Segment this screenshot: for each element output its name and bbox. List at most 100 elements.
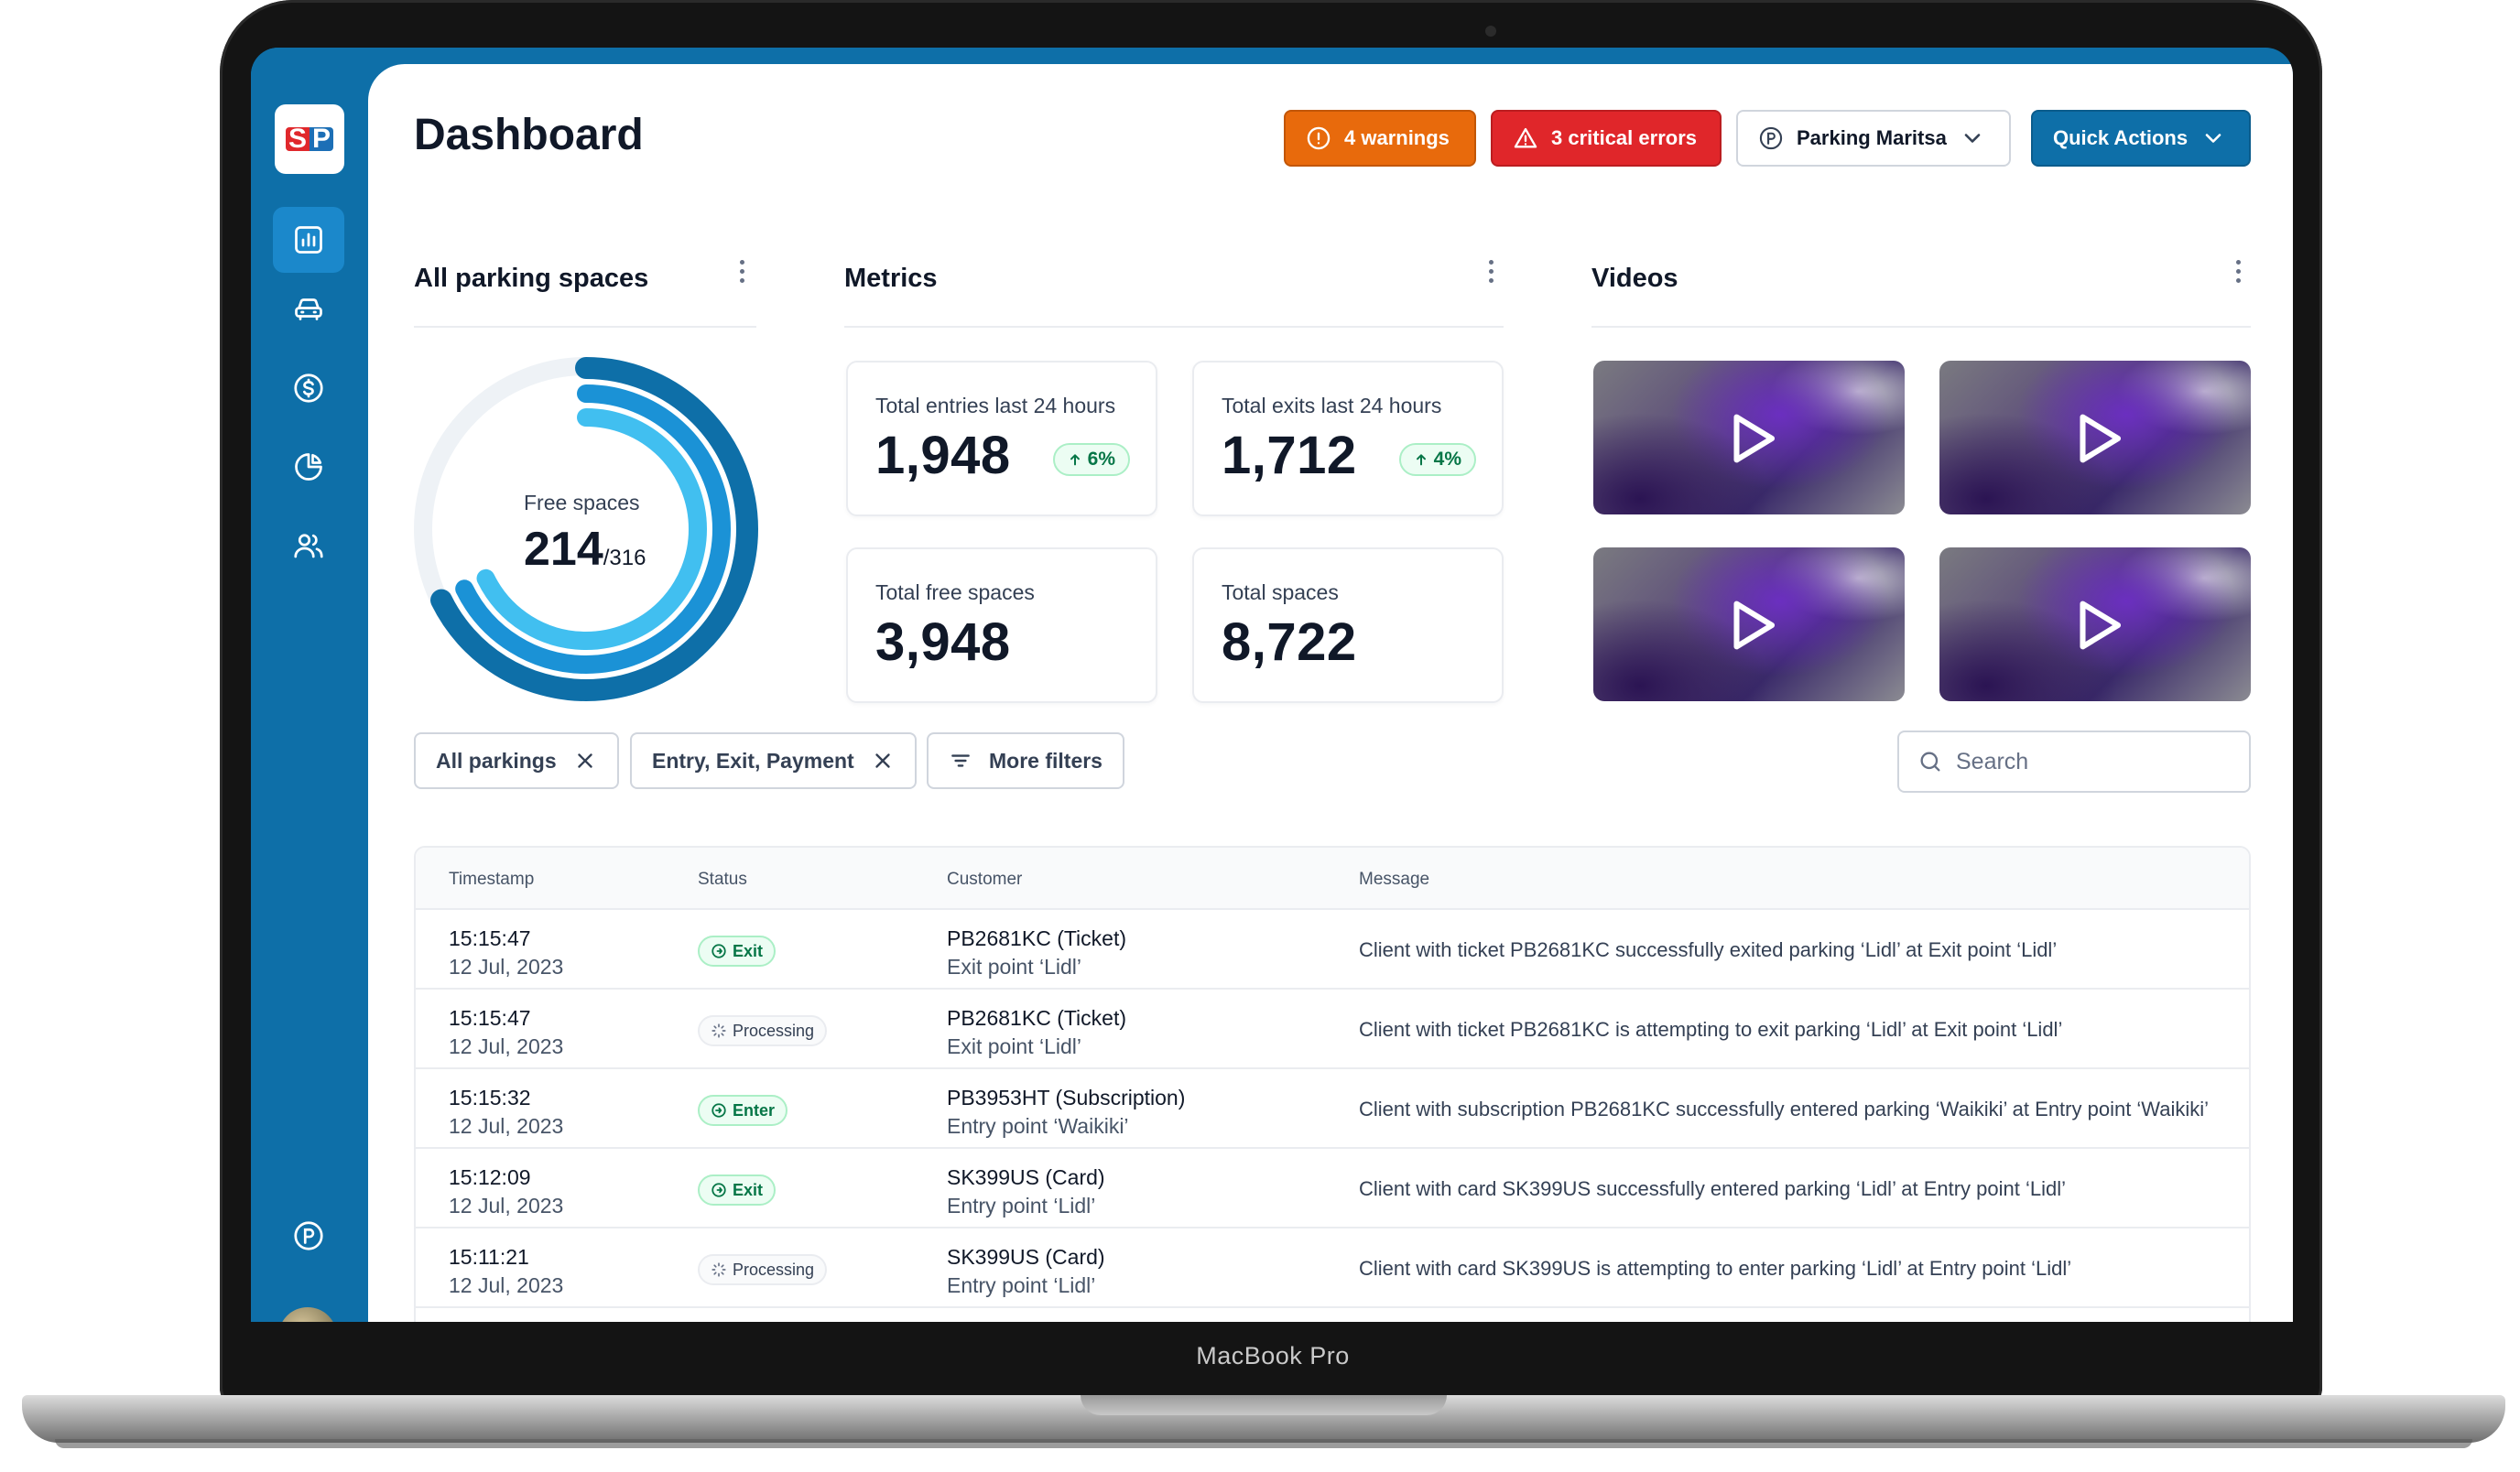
- metric-label: Total free spaces: [875, 580, 1035, 604]
- search-input[interactable]: [1956, 748, 2231, 775]
- pie-chart-icon: [295, 453, 322, 481]
- nav-parking[interactable]: [273, 1203, 344, 1269]
- device-label: MacBook Pro: [1196, 1342, 1350, 1369]
- search-box[interactable]: [1897, 731, 2251, 793]
- filter-chip-event-types[interactable]: Entry, Exit, Payment: [630, 732, 917, 789]
- filter-chip-parkings[interactable]: All parkings: [414, 732, 619, 789]
- play-icon: [2080, 601, 2122, 650]
- metric-card-total-spaces: Total spaces 8,722: [1192, 547, 1504, 703]
- metric-card-exits: Total exits last 24 hours 1,712 4%: [1192, 361, 1504, 516]
- column-header-customer[interactable]: Customer: [947, 870, 1022, 890]
- bar-chart-icon: [295, 226, 322, 254]
- video-thumbnail[interactable]: [1939, 361, 2251, 514]
- metric-card-free-spaces: Total free spaces 3,948: [846, 547, 1157, 703]
- videos-section-title: Videos: [1591, 264, 1678, 293]
- customer-cell: PB2681KC (Ticket) Exit point ‘Lidl’: [947, 925, 1126, 981]
- status-badge: Processing: [698, 1015, 828, 1046]
- timestamp-cell: 15:15:32 12 Jul, 2023: [449, 1084, 563, 1141]
- time-text: 15:12:09: [449, 1165, 531, 1189]
- customer-text: PB2681KC (Ticket): [947, 926, 1126, 950]
- close-icon[interactable]: [871, 749, 895, 773]
- customer-cell: PB3953HT (Subscription) Entry point ‘Waik…: [947, 1084, 1185, 1141]
- status-badge: Processing: [698, 1254, 828, 1285]
- loader-icon: [711, 1023, 726, 1038]
- logo[interactable]: S P: [275, 104, 344, 174]
- table-row[interactable]: 15:15:47 12 Jul, 2023 Exit PB2681KC (Ticket…: [416, 910, 2249, 990]
- customer-cell: PB2681KC (Ticket) Exit point ‘Lidl’: [947, 1004, 1126, 1061]
- date-text: 12 Jul, 2023: [449, 1194, 564, 1218]
- metrics-more-icon[interactable]: [1480, 253, 1502, 289]
- table-row[interactable]: 15:11:21 12 Jul, 2023 Processing SK399US (C…: [416, 1228, 2249, 1308]
- parking-icon: [1759, 126, 1783, 150]
- status-text: Enter: [733, 1100, 776, 1120]
- video-thumbnail[interactable]: [1939, 547, 2251, 701]
- users-icon: [294, 534, 323, 558]
- warnings-button[interactable]: 4 warnings: [1284, 110, 1476, 167]
- nav-dashboard[interactable]: [273, 207, 344, 273]
- video-thumbnail[interactable]: [1593, 361, 1905, 514]
- free-spaces-count: 214: [524, 523, 603, 576]
- quick-actions-button[interactable]: Quick Actions: [2031, 110, 2251, 167]
- exit-icon: [711, 944, 726, 958]
- nav-vehicles[interactable]: [273, 276, 344, 342]
- parking-divider: [414, 326, 756, 328]
- laptop-foot: [55, 1439, 2472, 1448]
- date-text: 12 Jul, 2023: [449, 1034, 564, 1058]
- table-row[interactable]: 15:10:2312 Jul, 2023PaidPB2681KC (Ticket…: [416, 1308, 2249, 1322]
- metric-value: 1,948: [875, 426, 1011, 485]
- car-icon: [295, 298, 322, 320]
- more-filters-button[interactable]: More filters: [927, 732, 1124, 789]
- camera: [1485, 26, 1496, 37]
- chevron-down-icon: [2205, 134, 2221, 143]
- exit-icon: [711, 1183, 726, 1197]
- parking-more-icon[interactable]: [731, 253, 753, 289]
- events-table: Timestamp Status Customer Message 15:15:…: [414, 846, 2251, 1322]
- laptop-notch: [1081, 1395, 1447, 1415]
- critical-errors-button[interactable]: 3 critical errors: [1491, 110, 1722, 167]
- parking-select[interactable]: Parking Maritsa: [1736, 110, 2011, 167]
- warnings-label: 4 warnings: [1344, 126, 1450, 149]
- point-text: Exit point ‘Lidl’: [947, 955, 1082, 979]
- trend-value: 4%: [1433, 449, 1461, 470]
- screen: S P Dashboard 4 warnings 3 critical erro…: [251, 48, 2293, 1322]
- table-row[interactable]: 15:15:32 12 Jul, 2023 Enter PB3953HT (Subsc…: [416, 1069, 2249, 1149]
- arrow-up-icon: [1416, 454, 1426, 466]
- column-header-timestamp[interactable]: Timestamp: [449, 870, 534, 890]
- filter-lines-icon: [951, 754, 970, 767]
- status-badge: Exit: [698, 936, 777, 967]
- loader-icon: [711, 1262, 726, 1277]
- parking-icon: [294, 1221, 323, 1250]
- dollar-icon: [294, 373, 323, 403]
- total-spaces-suffix: /316: [603, 546, 646, 570]
- trend-value: 6%: [1087, 449, 1115, 470]
- message-cell: Client with ticket PB2681KC is attemptin…: [1359, 1018, 2063, 1041]
- message-cell: Client with card SK399US successfully en…: [1359, 1177, 2067, 1200]
- play-icon: [1733, 414, 1776, 463]
- column-header-message[interactable]: Message: [1359, 870, 1429, 890]
- timestamp-cell: 15:15:47 12 Jul, 2023: [449, 1004, 563, 1061]
- sidebar: S P: [251, 48, 368, 1322]
- time-text: 15:15:47: [449, 1006, 531, 1030]
- status-badge: Enter: [698, 1095, 788, 1126]
- table-row[interactable]: 15:15:47 12 Jul, 2023 Processing PB2681KC (…: [416, 990, 2249, 1069]
- filter-chip-label: Entry, Exit, Payment: [652, 748, 854, 773]
- metric-value: 1,712: [1222, 426, 1357, 485]
- status-badge: Exit: [698, 1174, 777, 1206]
- video-thumbnail[interactable]: [1593, 547, 1905, 701]
- message-cell: Client with ticket PB2681KC successfully…: [1359, 938, 2058, 961]
- app-panel: Dashboard 4 warnings 3 critical errors P…: [368, 64, 2293, 1322]
- more-filters-label: More filters: [989, 748, 1102, 773]
- point-text: Entry point ‘Waikiki’: [947, 1114, 1129, 1138]
- close-icon[interactable]: [573, 749, 597, 773]
- critical-errors-label: 3 critical errors: [1551, 126, 1697, 149]
- time-text: 15:15:32: [449, 1086, 531, 1109]
- customer-text: SK399US (Card): [947, 1245, 1105, 1269]
- nav-payments[interactable]: [273, 355, 344, 421]
- table-row[interactable]: 15:12:09 12 Jul, 2023 Exit SK399US (Card) En…: [416, 1149, 2249, 1228]
- nav-users[interactable]: [273, 513, 344, 579]
- metric-value: 8,722: [1222, 612, 1357, 672]
- nav-reports[interactable]: [273, 434, 344, 500]
- column-header-status[interactable]: Status: [698, 870, 747, 890]
- free-spaces-label: Free spaces: [524, 491, 640, 514]
- videos-more-icon[interactable]: [2227, 253, 2249, 289]
